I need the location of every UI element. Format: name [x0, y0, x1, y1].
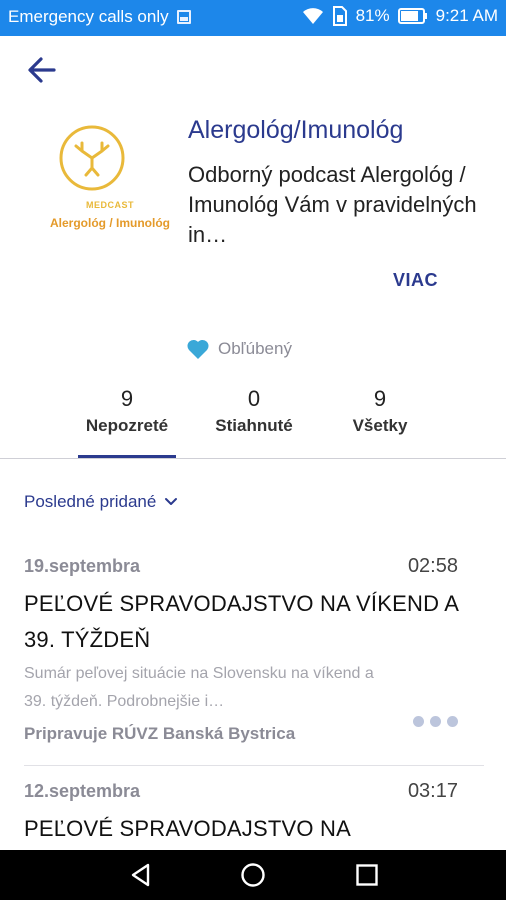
- wifi-icon: [302, 8, 323, 24]
- back-triangle-icon[interactable]: [128, 862, 154, 888]
- recents-square-icon[interactable]: [354, 862, 380, 888]
- image-notification-icon: [176, 10, 191, 24]
- favorite-label: Obľúbený: [218, 339, 292, 358]
- sort-label: Posledné pridané: [24, 492, 157, 511]
- status-bar: Emergency calls only 81% 9:21 AM: [0, 0, 506, 36]
- tab-label: Nepozreté: [85, 416, 169, 435]
- clock: 9:21 AM: [435, 6, 498, 25]
- carrier-text: Emergency calls only: [8, 7, 169, 26]
- episode-item[interactable]: 19.septembra 02:58 PEĽOVÉ SPRAVODAJSTVO …: [24, 555, 484, 766]
- tab-count: 9: [120, 386, 134, 411]
- battery-icon: [397, 8, 427, 24]
- logo-title: MEDCAST: [86, 200, 134, 210]
- episode-duration: 03:17: [407, 781, 458, 802]
- battery-percent: 81%: [355, 6, 390, 25]
- episode-description: Sumár peľovej situácie na Slovensku na v…: [24, 665, 374, 710]
- medcast-logo-icon: [59, 125, 125, 191]
- tab-count: 0: [247, 386, 261, 411]
- episode-divider: [24, 765, 484, 766]
- episode-author: Pripravuje RÚVZ Banská Bystrica: [24, 724, 296, 743]
- logo-subtitle: Alergológ / Imunológ: [50, 216, 170, 230]
- episode-duration: 02:58: [407, 555, 458, 577]
- sim-card-icon: [332, 6, 347, 26]
- episode-item[interactable]: 12.septembra 03:17 PEĽOVÉ SPRAVODAJSTVO …: [24, 781, 484, 851]
- tab-count: 9: [373, 386, 387, 411]
- arrow-left-icon: [28, 57, 56, 83]
- status-left: Emergency calls only: [8, 7, 191, 27]
- back-button[interactable]: [24, 52, 60, 88]
- episode-date: 19.septembra: [24, 556, 141, 576]
- episode-date: 12.septembra: [24, 781, 141, 801]
- tabs-divider: [0, 458, 506, 459]
- more-dot-icon: [413, 716, 424, 727]
- episode-title: PEĽOVÉ SPRAVODAJSTVO NA: [24, 816, 351, 841]
- heart-icon: [187, 339, 209, 359]
- tab-label: Stiahnuté: [215, 416, 293, 435]
- tab-downloaded[interactable]: 0 Stiahnuté: [204, 386, 304, 436]
- tab-unwatched[interactable]: 9 Nepozreté: [78, 386, 176, 436]
- podcast-logo: MEDCAST Alergológ / Imunológ: [46, 118, 174, 246]
- status-right: 81% 9:21 AM: [302, 6, 498, 26]
- more-dot-icon: [447, 716, 458, 727]
- podcast-description: Odborný podcast Alergológ / Imunológ Vám…: [188, 162, 477, 247]
- system-nav-bar: [0, 850, 506, 900]
- chevron-down-icon: [165, 498, 178, 505]
- favorite-toggle[interactable]: Obľúbený: [186, 338, 292, 360]
- more-button[interactable]: VIAC: [393, 270, 438, 291]
- tab-label: Všetky: [352, 416, 408, 435]
- episode-more-button[interactable]: [413, 716, 458, 727]
- tab-all[interactable]: 9 Všetky: [336, 386, 424, 436]
- more-dot-icon: [430, 716, 441, 727]
- sort-dropdown[interactable]: Posledné pridané: [24, 492, 178, 512]
- podcast-title: Alergológ/Imunológ: [188, 116, 404, 144]
- episode-title: PEĽOVÉ SPRAVODAJSTVO NA VÍKEND A 39. TÝŽ…: [24, 591, 458, 652]
- home-circle-icon[interactable]: [240, 862, 266, 888]
